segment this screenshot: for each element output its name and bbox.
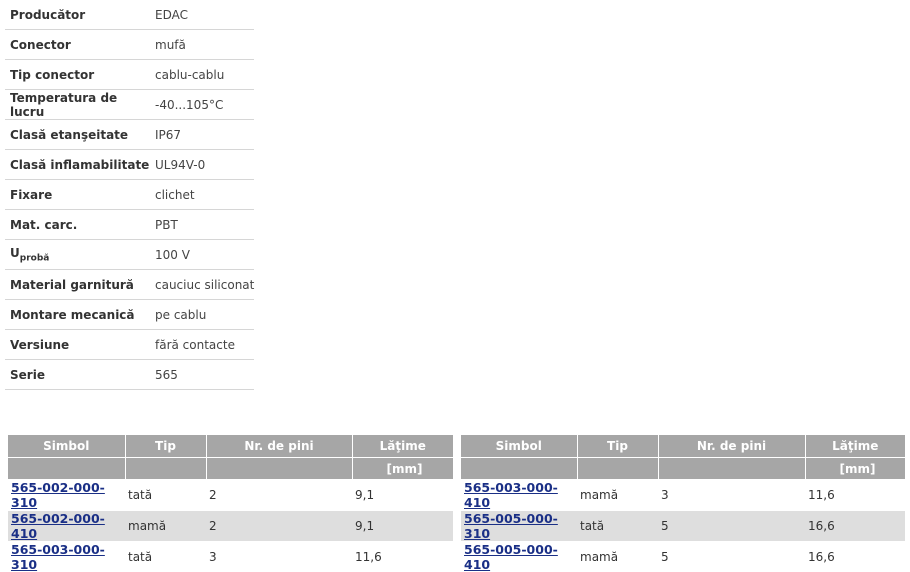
table-row: 565-005-000-310 tată 5 16,6 (461, 511, 905, 542)
table-row: 565-003-000-410 mamă 3 11,6 (461, 480, 905, 511)
latime-cell: 9,1 (352, 511, 453, 542)
spec-value: cauciuc siliconat (150, 270, 254, 300)
spec-row-temperature: Temperatura de lucru-40...105°C (5, 90, 254, 120)
product-code-cell: 565-003-000-310 (8, 542, 125, 572)
spec-label-main: U (10, 246, 20, 260)
spec-value: mufă (150, 30, 254, 60)
spec-label: Clasă inflamabilitate (5, 150, 150, 180)
spec-row-fixing: Fixareclichet (5, 180, 254, 210)
header-latime[interactable]: Lăţime (805, 435, 905, 458)
header-unit: [mm] (805, 458, 905, 480)
product-link[interactable]: 565-005-000-410 (464, 542, 558, 572)
table-row: 565-002-000-410 mamă 2 9,1 (8, 511, 453, 542)
spec-label: Temperatura de lucru (5, 90, 150, 120)
pini-cell: 5 (658, 511, 805, 542)
pini-cell: 2 (206, 511, 352, 542)
spec-row-flammability: Clasă inflamabilitateUL94V-0 (5, 150, 254, 180)
product-link[interactable]: 565-002-000-410 (11, 511, 105, 541)
table-row: 565-002-000-310 tată 2 9,1 (8, 480, 453, 511)
table-subheader-row: [mm] (8, 458, 453, 480)
spec-row-connector-type: Tip conectorcablu-cablu (5, 60, 254, 90)
latime-cell: 16,6 (805, 511, 905, 542)
spec-label: Clasă etanşeitate (5, 120, 150, 150)
pini-cell: 3 (658, 480, 805, 511)
tip-cell: tată (125, 480, 206, 511)
spec-label: Tip conector (5, 60, 150, 90)
spec-row-mounting: Montare mecanicăpe cablu (5, 300, 254, 330)
tip-cell: tată (125, 542, 206, 572)
header-pini[interactable]: Nr. de pini (206, 435, 352, 458)
tip-cell: tată (577, 511, 658, 542)
spec-value: fără contacte (150, 330, 254, 360)
header-simbol[interactable]: Simbol (8, 435, 125, 458)
pini-cell: 3 (206, 542, 352, 572)
header-tip[interactable]: Tip (125, 435, 206, 458)
latime-cell: 11,6 (805, 480, 905, 511)
spec-row-sealing: Clasă etanşeitateIP67 (5, 120, 254, 150)
table-header-row: Simbol Tip Nr. de pini Lăţime (8, 435, 453, 458)
spec-row-housing-material: Mat. carc.PBT (5, 210, 254, 240)
spec-row-version: Versiunefără contacte (5, 330, 254, 360)
spec-value: 100 V (150, 240, 254, 270)
product-link[interactable]: 565-003-000-410 (464, 480, 558, 510)
spec-row-producer: ProducătorEDAC (5, 0, 254, 30)
spec-value: clichet (150, 180, 254, 210)
spec-row-series: Serie565 (5, 360, 254, 390)
spec-value: cablu-cablu (150, 60, 254, 90)
spec-label: Serie (5, 360, 150, 390)
product-code-cell: 565-005-000-310 (461, 511, 577, 542)
header-tip[interactable]: Tip (577, 435, 658, 458)
tip-cell: mamă (125, 511, 206, 542)
spec-label: Montare mecanică (5, 300, 150, 330)
table-row: 565-005-000-410 mamă 5 16,6 (461, 542, 905, 572)
product-code-cell: 565-002-000-410 (8, 511, 125, 542)
product-link[interactable]: 565-003-000-310 (11, 542, 105, 572)
product-link[interactable]: 565-005-000-310 (464, 511, 558, 541)
header-pini[interactable]: Nr. de pini (658, 435, 805, 458)
spec-row-connector: Conectormufă (5, 30, 254, 60)
spec-row-gasket-material: Material garniturăcauciuc siliconat (5, 270, 254, 300)
spec-value: EDAC (150, 0, 254, 30)
latime-cell: 11,6 (352, 542, 453, 572)
pini-cell: 5 (658, 542, 805, 572)
products-table-left: Simbol Tip Nr. de pini Lăţime [mm] 565-0… (8, 435, 453, 572)
spec-value: pe cablu (150, 300, 254, 330)
specifications-table: ProducătorEDAC Conectormufă Tip conector… (5, 0, 254, 390)
tip-cell: mamă (577, 480, 658, 511)
spec-label: Conector (5, 30, 150, 60)
spec-value: UL94V-0 (150, 150, 254, 180)
spec-value: -40...105°C (150, 90, 254, 120)
spec-label: Producător (5, 0, 150, 30)
spec-value: 565 (150, 360, 254, 390)
table-subheader-row: [mm] (461, 458, 905, 480)
product-code-cell: 565-003-000-410 (461, 480, 577, 511)
header-unit: [mm] (352, 458, 453, 480)
latime-cell: 9,1 (352, 480, 453, 511)
product-code-cell: 565-005-000-410 (461, 542, 577, 572)
spec-label: Mat. carc. (5, 210, 150, 240)
header-simbol[interactable]: Simbol (461, 435, 577, 458)
tip-cell: mamă (577, 542, 658, 572)
spec-label: Fixare (5, 180, 150, 210)
spec-label: Uprobă (5, 240, 150, 270)
header-latime[interactable]: Lăţime (352, 435, 453, 458)
spec-label-subscript: probă (20, 253, 50, 263)
pini-cell: 2 (206, 480, 352, 511)
product-link[interactable]: 565-002-000-310 (11, 480, 105, 510)
products-table-right: Simbol Tip Nr. de pini Lăţime [mm] 565-0… (461, 435, 905, 572)
spec-row-test-voltage: Uprobă100 V (5, 240, 254, 270)
table-header-row: Simbol Tip Nr. de pini Lăţime (461, 435, 905, 458)
spec-label: Material garnitură (5, 270, 150, 300)
table-row: 565-003-000-310 tată 3 11,6 (8, 542, 453, 572)
spec-value: PBT (150, 210, 254, 240)
latime-cell: 16,6 (805, 542, 905, 572)
product-code-cell: 565-002-000-310 (8, 480, 125, 511)
spec-value: IP67 (150, 120, 254, 150)
spec-label: Versiune (5, 330, 150, 360)
